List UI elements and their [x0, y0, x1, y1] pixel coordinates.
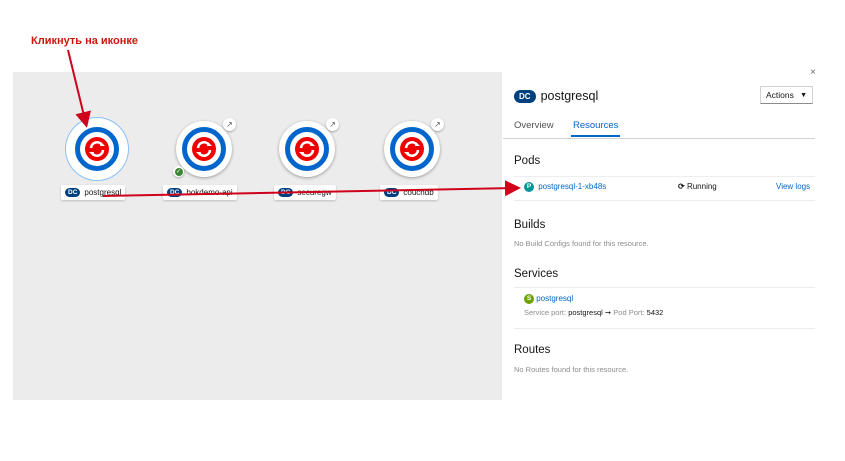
dc-badge: DC: [65, 188, 81, 197]
pods-heading: Pods: [514, 155, 541, 167]
external-link-icon[interactable]: ↗: [326, 118, 339, 131]
pod-row: P postgresql-1-xb48s ⟳ Running View logs: [524, 182, 815, 196]
pod-status: ⟳ Running: [678, 182, 717, 191]
services-heading: Services: [514, 268, 559, 280]
builds-empty-text: No Build Configs found for this resource…: [514, 239, 649, 248]
external-link-icon[interactable]: ↗: [223, 118, 236, 131]
bokdemo-api-node-icon[interactable]: [176, 121, 232, 177]
annotation-text: Кликнуть на иконке: [31, 35, 138, 47]
node-label-couchdb[interactable]: DC couchdb: [380, 185, 438, 200]
panel-tabs: Overview Resources: [503, 116, 815, 139]
status-ok-icon: ✓: [173, 166, 184, 177]
routes-empty-text: No Routes found for this resource.: [514, 365, 629, 374]
routes-heading: Routes: [514, 344, 551, 356]
pod-status-text: Running: [686, 182, 717, 191]
node-label-bokdemo-api[interactable]: DC bokdemo-api: [163, 185, 237, 200]
side-panel: DC postgresql Actions ▼ Overview Resourc…: [503, 72, 815, 400]
tab-overview[interactable]: Overview: [514, 120, 554, 131]
active-tab-indicator: [571, 135, 620, 137]
openshift-sync-icon: [295, 137, 319, 161]
service-badge: S: [524, 294, 534, 304]
postgresql-node-icon[interactable]: [69, 121, 125, 177]
pod-link[interactable]: postgresql-1-xb48s: [538, 182, 606, 191]
dc-badge: DC: [384, 188, 400, 197]
builds-heading: Builds: [514, 219, 546, 231]
divider: [514, 200, 815, 201]
node-name: securegw: [297, 188, 332, 197]
pod-badge: P: [524, 182, 534, 192]
dc-badge: DC: [167, 188, 183, 197]
sync-icon: ⟳: [678, 182, 685, 191]
divider: [514, 176, 815, 177]
panel-title: DC postgresql: [514, 89, 598, 103]
external-link-icon[interactable]: ↗: [431, 118, 444, 131]
node-label-postgresql[interactable]: DC postgresql: [61, 185, 126, 200]
couchdb-node-icon[interactable]: [384, 121, 440, 177]
caret-down-icon: ▼: [800, 91, 807, 99]
openshift-sync-icon: [400, 137, 424, 161]
openshift-sync-icon: [192, 137, 216, 161]
view-logs-link[interactable]: View logs: [776, 182, 810, 191]
arrow-right-icon: ➞: [604, 308, 612, 317]
panel-title-text: postgresql: [540, 89, 599, 103]
openshift-sync-icon: [85, 137, 109, 161]
node-name: postgresql: [84, 188, 122, 197]
dc-badge: DC: [278, 188, 294, 197]
topology-canvas[interactable]: DC postgresql ↗ ✓ DC bokdemo-api ↗ DC se…: [13, 72, 502, 400]
node-name: couchdb: [403, 188, 434, 197]
dc-badge: DC: [514, 89, 536, 103]
actions-dropdown[interactable]: Actions ▼: [760, 86, 813, 104]
node-name: bokdemo-api: [186, 188, 233, 197]
actions-label: Actions: [766, 90, 794, 100]
tab-resources[interactable]: Resources: [573, 120, 618, 131]
service-link[interactable]: postgresql: [536, 294, 573, 303]
node-label-securegw[interactable]: DC securegw: [274, 185, 336, 200]
service-port-line: Service port: postgresql ➞ Pod Port: 543…: [524, 308, 664, 317]
service-item: S postgresql Service port: postgresql ➞ …: [514, 287, 815, 329]
securegw-node-icon[interactable]: [279, 121, 335, 177]
